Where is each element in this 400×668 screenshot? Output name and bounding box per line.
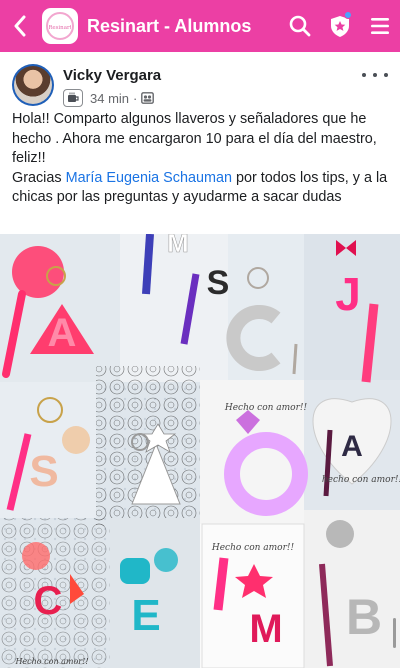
group-logo-wordmark: Resinart	[49, 25, 71, 31]
group-title[interactable]: Resinart - Alumnos	[87, 16, 280, 37]
svg-text:M: M	[167, 234, 189, 258]
back-button[interactable]	[0, 0, 40, 52]
svg-text:M: M	[249, 607, 282, 651]
post-photo[interactable]: A M S J S Hecho con amor!! A C E Hecho c…	[0, 234, 400, 668]
svg-text:B: B	[346, 589, 382, 645]
post-thanks: Gracias María Eugenia Schauman por todos…	[12, 169, 392, 208]
scrollbar-thumb[interactable]	[393, 618, 396, 648]
search-button[interactable]	[280, 0, 320, 52]
post-text-line: Hola!! Comparto algunos llaveros y señal…	[12, 111, 377, 166]
meta-separator: ·	[133, 90, 138, 106]
svg-text:A: A	[48, 311, 77, 355]
svg-text:Resinart: Resinart	[49, 25, 71, 31]
post-time[interactable]: 34 min	[90, 91, 129, 106]
group-logo-badge: Resinart	[46, 12, 74, 40]
author-avatar[interactable]	[12, 64, 54, 106]
coffee-badge-icon	[63, 89, 83, 107]
search-icon	[289, 15, 311, 37]
post-header: Vicky Vergara 34 min ·	[0, 52, 400, 110]
more-options-button[interactable]	[362, 68, 388, 82]
post-meta: 34 min ·	[63, 89, 155, 107]
group-privacy-icon	[141, 92, 155, 104]
photo-caption: Hecho con amor!!	[211, 543, 295, 553]
svg-text:E: E	[131, 591, 160, 640]
photo-caption: Hecho con amor!!	[224, 403, 308, 413]
mentioned-user-link[interactable]: María Eugenia Schauman	[66, 170, 232, 186]
keychain-collage: A M S J S Hecho con amor!! A C E Hecho c…	[0, 234, 400, 668]
group-logo[interactable]: Resinart	[42, 8, 78, 44]
svg-text:S: S	[29, 447, 58, 496]
admin-shield-button[interactable]	[320, 0, 360, 52]
svg-text:S: S	[207, 264, 230, 302]
author-name[interactable]: Vicky Vergara	[63, 67, 161, 84]
svg-text:C: C	[34, 579, 63, 623]
post-body: Hola!! Comparto algunos llaveros y señal…	[12, 110, 392, 208]
menu-button[interactable]	[360, 0, 400, 52]
photo-caption: Hecho con amor!!	[14, 657, 88, 666]
chevron-left-icon	[14, 15, 26, 37]
notification-dot	[344, 11, 352, 19]
svg-text:J: J	[335, 268, 361, 320]
hamburger-menu-icon	[371, 18, 389, 34]
top-bar: Resinart Resinart - Alumnos	[0, 0, 400, 52]
photo-caption: hecho con amor!!	[322, 475, 400, 485]
svg-text:A: A	[341, 430, 363, 463]
thanks-prefix: Gracias	[12, 169, 66, 186]
